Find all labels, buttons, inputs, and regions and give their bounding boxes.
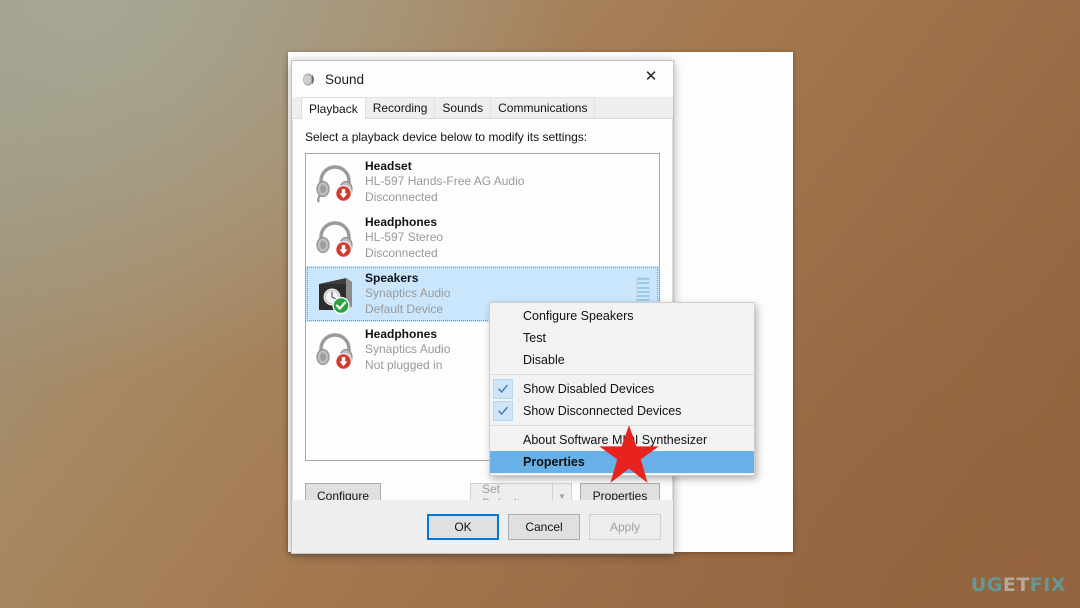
device-status: Disconnected bbox=[365, 189, 438, 204]
device-description: Synaptics Audio bbox=[365, 286, 451, 301]
menu-separator bbox=[490, 425, 754, 426]
panel-prompt: Select a playback device below to modify… bbox=[305, 130, 588, 144]
list-item-text: Speakers Synaptics Audio Default Device bbox=[365, 271, 450, 317]
headphones-icon bbox=[316, 221, 353, 258]
dialog-title: Sound bbox=[325, 71, 365, 87]
list-item-text: Headset HL-597 Hands-Free AG Audio Disco… bbox=[365, 159, 524, 205]
cancel-button[interactable]: Cancel bbox=[508, 513, 580, 540]
device-name: Headphones bbox=[365, 326, 438, 341]
tab-bar: Playback Recording Sounds Communications bbox=[292, 97, 673, 119]
apply-button: Apply bbox=[589, 513, 661, 540]
menu-item-about-software-midi-synthesizer[interactable]: About Software MIDI Synthesizer bbox=[490, 429, 754, 451]
device-name: Speakers bbox=[365, 270, 419, 285]
watermark-part-1: UG bbox=[970, 574, 1003, 596]
menu-item-configure-speakers[interactable]: Configure Speakers bbox=[490, 305, 754, 327]
tab-recording[interactable]: Recording bbox=[364, 97, 436, 118]
tab-sounds[interactable]: Sounds bbox=[434, 97, 492, 118]
device-status: Default Device bbox=[365, 301, 444, 316]
list-item-text: Headphones Synaptics Audio Not plugged i… bbox=[365, 327, 450, 373]
desktop-background: Sound ✕ Playback Recording Sounds Commun… bbox=[0, 0, 1080, 608]
watermark-part-2: ET bbox=[1002, 574, 1030, 596]
device-status: Disconnected bbox=[365, 245, 438, 260]
device-status: Not plugged in bbox=[365, 357, 443, 372]
dialog-footer: OK Cancel Apply bbox=[292, 500, 673, 553]
device-description: HL-597 Hands-Free AG Audio bbox=[365, 174, 525, 189]
tab-playback[interactable]: Playback bbox=[301, 97, 366, 119]
device-name: Headphones bbox=[365, 214, 438, 229]
menu-item-show-disconnected-devices[interactable]: Show Disconnected Devices bbox=[490, 400, 754, 422]
close-icon[interactable]: ✕ bbox=[629, 61, 673, 91]
device-description: HL-597 Stereo bbox=[365, 230, 444, 245]
menu-separator bbox=[490, 374, 754, 375]
headset-icon bbox=[316, 165, 353, 203]
checkmark-icon bbox=[493, 379, 513, 399]
menu-item-label: Show Disconnected Devices bbox=[523, 404, 682, 418]
device-description: Synaptics Audio bbox=[365, 342, 451, 357]
menu-item-label: Show Disabled Devices bbox=[523, 382, 655, 396]
tab-communications[interactable]: Communications bbox=[490, 97, 596, 118]
list-item[interactable]: Headset HL-597 Hands-Free AG Audio Disco… bbox=[306, 154, 659, 210]
context-menu: Configure Speakers Test Disable Show Dis… bbox=[489, 302, 755, 476]
titlebar: Sound ✕ bbox=[292, 61, 673, 97]
speaker-icon bbox=[303, 73, 314, 85]
device-name: Headset bbox=[365, 158, 412, 173]
headphones-icon bbox=[316, 333, 353, 370]
speaker-box-icon bbox=[319, 278, 352, 315]
menu-item-disable[interactable]: Disable bbox=[490, 349, 754, 371]
list-item-text: Headphones HL-597 Stereo Disconnected bbox=[365, 215, 443, 261]
ok-button[interactable]: OK bbox=[427, 513, 499, 540]
checkmark-icon bbox=[493, 401, 513, 421]
menu-item-test[interactable]: Test bbox=[490, 327, 754, 349]
menu-item-show-disabled-devices[interactable]: Show Disabled Devices bbox=[490, 378, 754, 400]
menu-item-properties[interactable]: Properties bbox=[490, 451, 754, 473]
watermark: UG ET FIX bbox=[971, 574, 1066, 596]
watermark-part-3: FIX bbox=[1029, 574, 1066, 596]
list-item[interactable]: Headphones HL-597 Stereo Disconnected bbox=[306, 210, 659, 266]
